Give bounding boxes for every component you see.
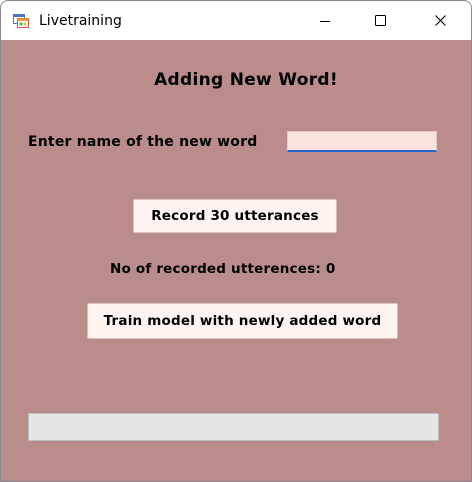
word-name-label: Enter name of the new word bbox=[28, 134, 258, 150]
recorded-count-value: 0 bbox=[325, 261, 336, 277]
minimize-button[interactable] bbox=[302, 1, 348, 40]
recorded-count-text: No of recorded utterences: 0 bbox=[110, 261, 335, 277]
close-icon bbox=[434, 11, 446, 30]
maximize-button[interactable] bbox=[357, 1, 403, 40]
train-model-button[interactable]: Train model with newly added word bbox=[87, 303, 398, 339]
training-progress-bar bbox=[28, 413, 439, 441]
recorded-count-label: No of recorded utterences: bbox=[110, 261, 321, 277]
close-button[interactable] bbox=[417, 1, 463, 40]
title-bar[interactable]: Livetraining bbox=[1, 1, 471, 40]
record-utterances-button[interactable]: Record 30 utterances bbox=[133, 199, 337, 233]
page-title: Adding New Word! bbox=[154, 70, 338, 90]
window-title: Livetraining bbox=[39, 13, 122, 29]
maximize-icon bbox=[374, 11, 386, 30]
minimize-icon bbox=[320, 11, 330, 30]
word-name-input[interactable] bbox=[287, 131, 437, 152]
form-client-area: Adding New Word! Enter name of the new w… bbox=[1, 40, 471, 481]
form-window-icon bbox=[13, 12, 29, 28]
app-window: Livetraining Adding New Word! Enter name… bbox=[0, 0, 472, 482]
